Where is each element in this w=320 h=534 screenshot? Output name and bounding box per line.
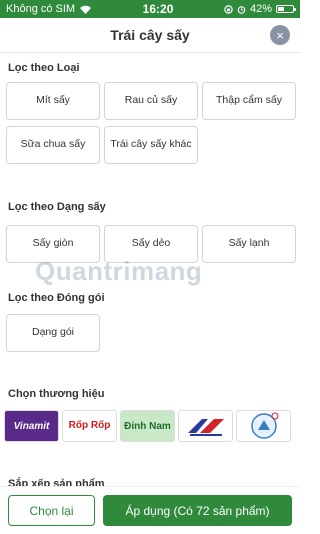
battery-icon (275, 5, 296, 13)
filter-chip-rau-cu-say[interactable]: Rau củ sấy (104, 82, 198, 120)
brand-logo-5[interactable] (236, 410, 291, 442)
filter-chip-say-lanh[interactable]: Sấy lạnh (202, 225, 296, 263)
lock-rotation-icon (224, 4, 233, 14)
filter-chip-mit-say[interactable]: Mít sấy (6, 82, 100, 120)
brand-vinamit[interactable]: Vinamit (4, 410, 59, 442)
brand-vinamit-logo: Vinamit (13, 420, 50, 432)
brand-5-logo-icon (250, 412, 278, 439)
sheet-header: Trái cây sấy × (0, 18, 300, 53)
brand-logo-4[interactable] (178, 410, 233, 442)
apply-button[interactable]: Áp dụng (Có 72 sản phẩm) (103, 495, 292, 526)
wifi-icon (80, 5, 92, 14)
filter-chip-say-gion[interactable]: Sấy giòn (6, 225, 100, 263)
reset-button[interactable]: Chọn lại (8, 495, 95, 526)
filter-chip-dang-goi[interactable]: Dạng gói (6, 314, 100, 352)
filter-chip-say-deo[interactable]: Sấy dẻo (104, 225, 198, 263)
section-title-pack: Lọc theo Đóng gói (8, 292, 105, 304)
section-title-dry: Lọc theo Dạng sấy (8, 201, 106, 213)
filter-chip-sua-chua-say[interactable]: Sữa chua sấy (6, 126, 100, 164)
battery-percent: 42% (249, 3, 272, 15)
brand-rop-rop[interactable]: Rốp Rốp (62, 410, 117, 442)
close-button[interactable]: × (270, 25, 290, 45)
brand-rop-rop-logo: Rốp Rốp (68, 420, 111, 431)
filter-chip-thap-cam-say[interactable]: Thập cẩm sấy (202, 82, 296, 120)
page-title: Trái cây sấy (110, 27, 190, 43)
brand-dinh-nam-logo: Đinh Nam (124, 420, 171, 432)
status-bar: Không có SIM 16:20 42% (0, 0, 300, 18)
alarm-icon (237, 5, 246, 14)
battery-level (277, 7, 284, 11)
status-time: 16:20 (142, 2, 174, 16)
brand-4-logo-icon (187, 419, 224, 436)
carrier-label: Không có SIM (6, 3, 76, 15)
close-icon: × (276, 27, 284, 43)
brand-dinh-nam[interactable]: Đinh Nam (120, 410, 175, 442)
section-title-type: Lọc theo Loại (8, 62, 80, 74)
footer-actions: Chọn lại Áp dụng (Có 72 sản phẩm) (0, 486, 300, 534)
section-title-brand: Chọn thương hiệu (8, 388, 105, 400)
filter-sheet: Trái cây sấy × Lọc theo Loại Mít sấy Rau… (0, 18, 300, 534)
filter-chip-trai-cay-say-khac[interactable]: Trái cây sấy khác (104, 126, 198, 164)
